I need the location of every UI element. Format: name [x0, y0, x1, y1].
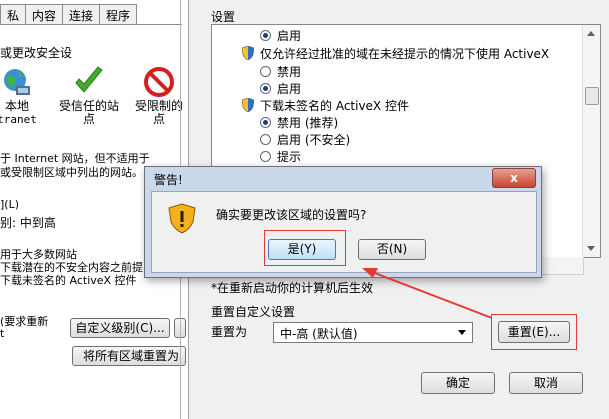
annotation-arrow-line: [371, 271, 493, 319]
annotation-arrow: [362, 268, 493, 319]
